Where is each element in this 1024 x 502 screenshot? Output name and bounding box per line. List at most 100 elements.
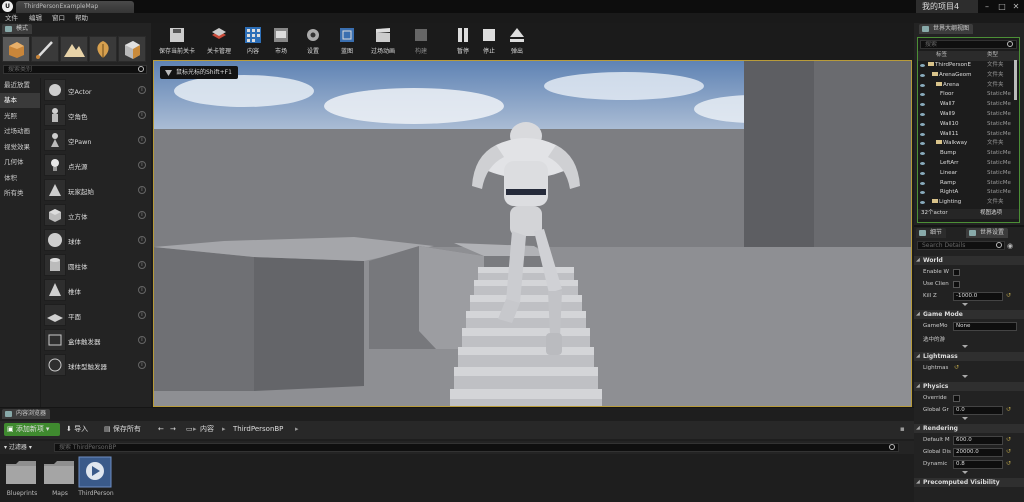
number-input[interactable]: 0.8 bbox=[953, 460, 1003, 469]
number-input[interactable]: 20000.0 bbox=[953, 448, 1003, 457]
place-empty-pawn[interactable]: 空Pawn i bbox=[44, 129, 150, 153]
asset-folder-blueprints[interactable]: Blueprints bbox=[4, 458, 40, 498]
outliner-row[interactable]: ThirdPersonE 文件夹 bbox=[918, 61, 1019, 71]
outliner-row[interactable]: ArenaGeom 文件夹 bbox=[918, 71, 1019, 81]
place-sphere[interactable]: 球体 i bbox=[44, 229, 150, 253]
filters-button[interactable]: ▾ 过滤器 ▾ bbox=[4, 441, 32, 454]
place-cone[interactable]: 椎体 i bbox=[44, 279, 150, 303]
blueprints-button[interactable]: 蓝图 bbox=[333, 24, 361, 57]
dropdown-select[interactable]: None bbox=[953, 322, 1017, 331]
visibility-eye-icon[interactable] bbox=[920, 122, 925, 126]
reset-icon[interactable]: ↺ bbox=[1006, 292, 1011, 299]
visibility-eye-icon[interactable] bbox=[920, 142, 925, 146]
world-settings-tab[interactable]: 世界设置 bbox=[966, 228, 1009, 238]
place-player-start[interactable]: 玩家起始 i bbox=[44, 179, 150, 203]
outliner-row[interactable]: Ramp StaticMe bbox=[918, 179, 1019, 189]
reset-icon[interactable]: ↺ bbox=[1006, 460, 1011, 467]
outliner-row[interactable]: Walkway 文件夹 bbox=[918, 139, 1019, 149]
number-input[interactable]: 0.0 bbox=[953, 406, 1003, 415]
maximize-icon[interactable]: □ bbox=[995, 0, 1009, 13]
category-volumes[interactable]: 体积 bbox=[0, 171, 40, 186]
category-basic[interactable]: 基本 bbox=[0, 93, 40, 108]
visibility-eye-icon[interactable] bbox=[920, 201, 925, 205]
outliner-row[interactable]: Wall9 StaticMe bbox=[918, 110, 1019, 120]
checkbox[interactable] bbox=[953, 269, 960, 276]
category-geometry[interactable]: 几何体 bbox=[0, 155, 40, 170]
outliner-row[interactable]: RightA StaticMe bbox=[918, 188, 1019, 198]
outliner-row[interactable]: Wall11 StaticMe bbox=[918, 130, 1019, 140]
visibility-eye-icon[interactable] bbox=[920, 73, 925, 77]
outliner-row[interactable]: Wall10 StaticMe bbox=[918, 120, 1019, 130]
details-section-header[interactable]: ◢ World bbox=[914, 256, 1024, 265]
advanced-expand-icon[interactable] bbox=[962, 417, 968, 420]
modes-search-input[interactable]: 搜索类别 bbox=[3, 65, 147, 74]
menu-help[interactable]: 帮助 bbox=[75, 13, 88, 23]
info-icon[interactable]: i bbox=[138, 336, 146, 344]
view-options-button[interactable]: 视图选项 bbox=[980, 209, 1002, 219]
checkbox[interactable] bbox=[953, 281, 960, 288]
outliner-row[interactable]: LeftArr StaticMe bbox=[918, 159, 1019, 169]
minimize-icon[interactable]: – bbox=[980, 0, 994, 13]
info-icon[interactable]: i bbox=[138, 361, 146, 369]
place-empty-character[interactable]: 空角色 i bbox=[44, 104, 150, 128]
outliner-row[interactable]: Linear StaticMe bbox=[918, 169, 1019, 179]
content-browser-tab[interactable]: 内容浏览器 bbox=[2, 409, 51, 419]
advanced-expand-icon[interactable] bbox=[962, 303, 968, 306]
foliage-mode-icon[interactable] bbox=[89, 36, 117, 62]
category-recent[interactable]: 最近放置 bbox=[0, 78, 40, 93]
menu-window[interactable]: 窗口 bbox=[52, 13, 65, 23]
geometry-mode-icon[interactable] bbox=[118, 36, 146, 62]
advanced-expand-icon[interactable] bbox=[962, 375, 968, 378]
details-search-input[interactable]: Search Details bbox=[917, 241, 1005, 250]
details-tab[interactable]: 细节 bbox=[916, 228, 947, 238]
save-level-button[interactable]: 保存当前关卡 bbox=[155, 24, 199, 57]
details-section-header[interactable]: ◢ Precomputed Visibility bbox=[914, 478, 1024, 487]
visibility-eye-icon[interactable] bbox=[920, 64, 925, 67]
outliner-row[interactable]: Bump StaticMe bbox=[918, 149, 1019, 159]
reset-icon[interactable]: ↺ bbox=[954, 364, 959, 371]
level-tab[interactable]: ThirdPersonExampleMap bbox=[16, 1, 134, 13]
visibility-eye-icon[interactable] bbox=[920, 93, 925, 97]
place-point-light[interactable]: 点光源 i bbox=[44, 154, 150, 178]
place-cube[interactable]: 立方体 i bbox=[44, 204, 150, 228]
import-button[interactable]: ⬇ 导入 bbox=[66, 423, 88, 436]
place-cylinder[interactable]: 圆柱体 i bbox=[44, 254, 150, 278]
info-icon[interactable]: i bbox=[138, 111, 146, 119]
visibility-eye-icon[interactable] bbox=[920, 162, 925, 165]
category-lights[interactable]: 光照 bbox=[0, 109, 40, 124]
details-section-header[interactable]: ◢ Game Mode bbox=[914, 310, 1024, 319]
close-icon[interactable]: ✕ bbox=[1009, 0, 1023, 13]
visibility-eye-icon[interactable] bbox=[920, 171, 925, 175]
checkbox[interactable] bbox=[953, 395, 960, 402]
category-all-classes[interactable]: 所有类 bbox=[0, 186, 40, 201]
visibility-eye-icon[interactable] bbox=[920, 181, 925, 185]
asset-third-person-map[interactable]: ThirdPerson bbox=[78, 456, 114, 497]
modes-tab[interactable]: 模式 bbox=[2, 24, 33, 34]
details-section-header[interactable]: ◢ Lightmass bbox=[914, 352, 1024, 361]
category-cinematic[interactable]: 过场动画 bbox=[0, 124, 40, 139]
history-forward-icon[interactable]: → bbox=[170, 423, 176, 436]
info-icon[interactable]: i bbox=[138, 186, 146, 194]
number-input[interactable]: -1000.0 bbox=[953, 292, 1003, 301]
outliner-search-input[interactable]: 搜索 bbox=[920, 40, 1017, 49]
visibility-eye-icon[interactable] bbox=[920, 83, 925, 87]
marketplace-button[interactable]: 市场 bbox=[267, 24, 295, 57]
details-section-header[interactable]: ◢ Rendering bbox=[914, 424, 1024, 433]
asset-folder-maps[interactable]: Maps bbox=[42, 458, 78, 498]
eject-button[interactable]: 弹出 bbox=[505, 24, 529, 57]
save-all-button[interactable]: ▤ 保存所有 bbox=[104, 423, 141, 436]
menu-edit[interactable]: 编辑 bbox=[29, 13, 42, 23]
place-plane[interactable]: 平面 i bbox=[44, 304, 150, 328]
reset-icon[interactable]: ↺ bbox=[1006, 436, 1011, 443]
info-icon[interactable]: i bbox=[138, 211, 146, 219]
folder-icon[interactable]: ▭ bbox=[186, 423, 193, 436]
cinematics-button[interactable]: 过场动画 bbox=[363, 24, 403, 57]
info-icon[interactable]: i bbox=[138, 86, 146, 94]
advanced-expand-icon[interactable] bbox=[962, 471, 968, 474]
visibility-eye-icon[interactable] bbox=[920, 152, 925, 156]
place-box-trigger[interactable]: 盒体触发器 i bbox=[44, 329, 150, 353]
outliner-row[interactable]: Floor StaticMe bbox=[918, 90, 1019, 100]
viewport[interactable]: 鼠标光标的Shift+F1 bbox=[153, 60, 912, 407]
settings-button[interactable]: 设置 bbox=[299, 24, 327, 57]
eye-icon[interactable]: ◉ bbox=[1007, 242, 1021, 250]
